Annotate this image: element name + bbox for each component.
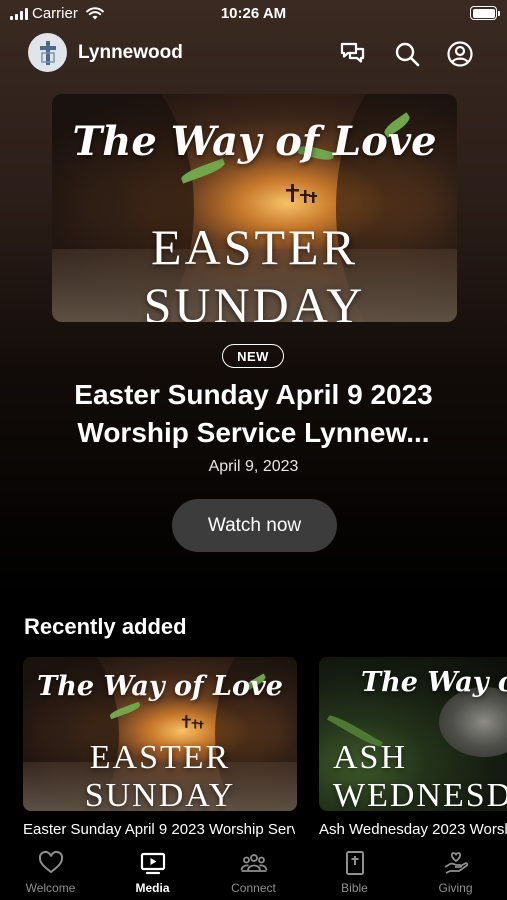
tab-giving[interactable]: Giving xyxy=(405,849,506,895)
status-time: 10:26 AM xyxy=(220,5,287,22)
tab-label: Media xyxy=(135,881,170,895)
status-bar: Carrier 10:26 AM xyxy=(0,0,507,30)
featured-date: April 9, 2023 xyxy=(208,458,299,475)
recent-item-title[interactable]: Ash Wednesday 2023 Worship Service xyxy=(319,821,507,838)
tab-label: Connect xyxy=(231,881,276,895)
tv-icon xyxy=(140,852,165,875)
recent-item-thumbnail[interactable]: The Way of Love Ash Wednesday xyxy=(319,657,507,811)
bible-icon xyxy=(345,851,364,875)
battery-icon xyxy=(470,6,500,20)
tab-media[interactable]: Media xyxy=(102,849,203,895)
search-icon[interactable] xyxy=(393,40,421,68)
church-name[interactable]: Lynnewood xyxy=(78,42,183,64)
tab-label: Giving xyxy=(438,881,473,895)
giving-icon xyxy=(444,852,468,874)
recent-item-script-title: The Way of Love xyxy=(37,671,283,702)
heart-icon xyxy=(38,850,63,874)
featured-title[interactable]: Easter Sunday April 9 2023 Worship Servi… xyxy=(30,376,477,452)
sermon-artwork: The Way of Love Easter Sunday xyxy=(23,657,297,811)
artwork-caps-title: Easter Sunday xyxy=(143,219,366,322)
recently-added-heading: Recently added xyxy=(24,614,187,639)
watch-now-button[interactable]: Watch now xyxy=(172,499,337,552)
recent-item-script-title: The Way of Love xyxy=(361,667,507,698)
messages-icon[interactable] xyxy=(339,40,367,68)
tab-bible[interactable]: Bible xyxy=(304,849,405,895)
recent-item-title[interactable]: Easter Sunday April 9 2023 Worship Servi… xyxy=(23,821,295,838)
sermon-artwork: The Way of Love Ash Wednesday xyxy=(319,657,507,811)
recent-item-caps-title: Easter Sunday xyxy=(84,739,236,811)
featured-title-line2: Worship Service Lynnew... xyxy=(77,417,430,448)
tab-bar: Welcome Media Connect Bible Giving xyxy=(0,845,507,900)
recent-item-caps-title: Ash Wednesday xyxy=(333,739,507,811)
church-logo-icon xyxy=(39,40,56,65)
crosses-icon xyxy=(286,184,317,203)
tab-label: Welcome xyxy=(25,881,76,895)
featured-media-thumbnail[interactable]: The Way of Love Easter Sunday xyxy=(52,94,457,322)
app-header: Lynnewood xyxy=(0,30,507,76)
recent-item-thumbnail[interactable]: The Way of Love Easter Sunday xyxy=(23,657,297,811)
featured-title-line1: Easter Sunday April 9 2023 xyxy=(74,379,433,410)
tab-welcome[interactable]: Welcome xyxy=(0,849,101,895)
profile-icon[interactable] xyxy=(446,40,474,68)
people-icon xyxy=(240,854,267,872)
church-logo-avatar[interactable] xyxy=(28,33,67,72)
new-badge: NEW xyxy=(222,344,284,368)
artwork-script-title: The Way of Love xyxy=(72,118,437,165)
tab-label: Bible xyxy=(341,881,368,895)
crosses-icon xyxy=(181,715,204,729)
sermon-artwork: The Way of Love Easter Sunday xyxy=(52,94,457,322)
tab-connect[interactable]: Connect xyxy=(203,849,304,895)
